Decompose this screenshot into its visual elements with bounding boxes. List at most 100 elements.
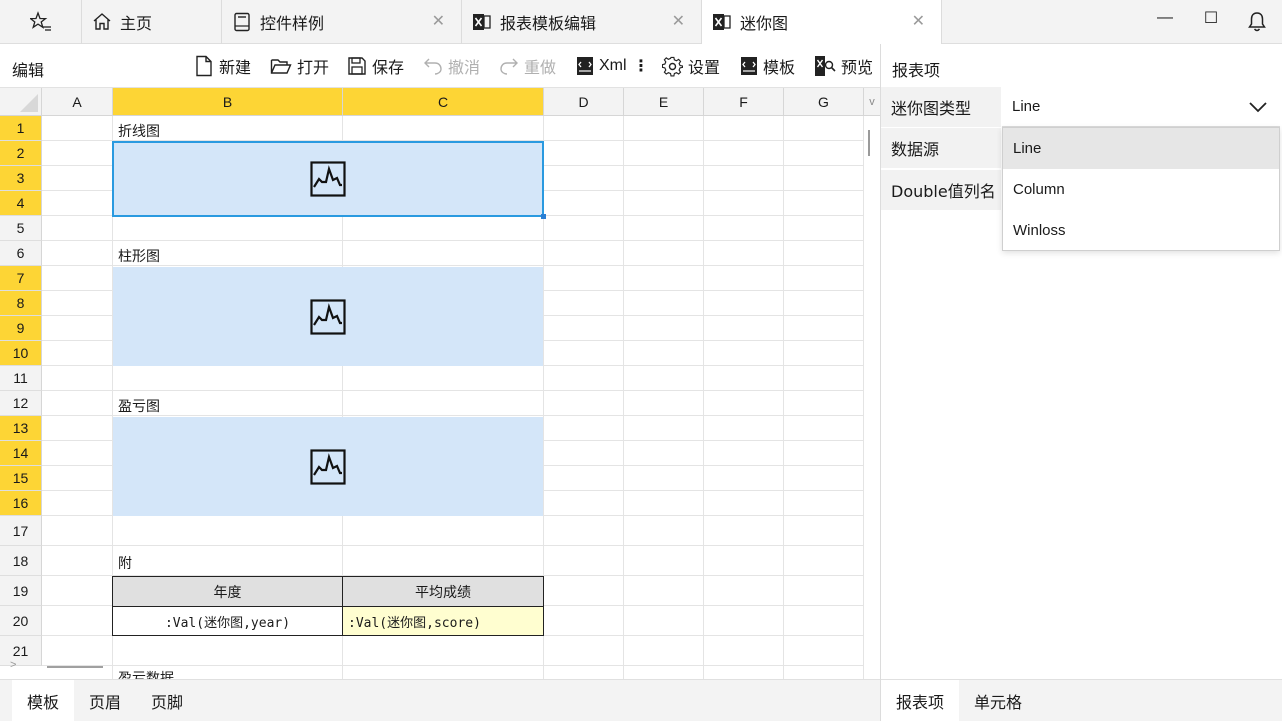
row-header-3[interactable]: 3 — [0, 166, 42, 191]
table-header-year[interactable]: 年度 — [112, 576, 343, 607]
excel-icon — [472, 12, 492, 32]
redo-label: 重做 — [524, 60, 557, 77]
column-header-f[interactable]: F — [704, 88, 784, 116]
field-sparkline-type-label: 迷你图类型 — [881, 87, 1001, 127]
scroll-left-arrow[interactable]: > — [10, 659, 16, 671]
column-header-g[interactable]: G — [784, 88, 864, 116]
bell-icon[interactable] — [1234, 4, 1280, 40]
minimize-button[interactable]: — — [1142, 0, 1188, 36]
select-all-corner[interactable] — [0, 88, 42, 116]
gear-icon — [662, 56, 683, 77]
tab-label: 迷你图 — [740, 16, 789, 33]
row-header-18[interactable]: 18 — [0, 546, 42, 576]
gridline — [42, 415, 864, 416]
row-header-10[interactable]: 10 — [0, 341, 42, 366]
open-button[interactable]: 打开 — [270, 54, 329, 78]
close-icon[interactable]: ✕ — [432, 13, 445, 31]
column-header-c[interactable]: C — [343, 88, 544, 116]
gridline — [42, 665, 864, 666]
new-file-icon — [196, 55, 212, 77]
gridline — [42, 390, 864, 391]
option-column[interactable]: Column — [1003, 169, 1279, 210]
column-overflow-indicator[interactable]: v — [864, 88, 880, 116]
close-icon[interactable]: ✕ — [672, 13, 685, 31]
template-icon — [741, 57, 757, 75]
tab-report-template-edit[interactable]: 报表模板编辑 ✕ — [462, 0, 702, 44]
row-header-15[interactable]: 15 — [0, 466, 42, 491]
preview-button[interactable]: 预览 — [814, 54, 873, 78]
redo-button[interactable]: 重做 — [499, 54, 556, 78]
sparkline-cell-line[interactable] — [112, 141, 544, 217]
column-header-a[interactable]: A — [42, 88, 113, 116]
row-header-9[interactable]: 9 — [0, 316, 42, 341]
horizontal-scrollbar[interactable] — [47, 666, 103, 668]
tab-label: 控件样例 — [260, 16, 325, 33]
tab-label: 报表模板编辑 — [500, 16, 597, 33]
row-header-6[interactable]: 6 — [0, 241, 42, 266]
sparkline-cell-column[interactable] — [113, 267, 543, 366]
book-icon — [232, 12, 252, 32]
settings-label: 设置 — [688, 60, 721, 77]
row-header-19[interactable]: 19 — [0, 576, 42, 606]
row-header-4[interactable]: 4 — [0, 191, 42, 216]
option-line[interactable]: Line — [1003, 128, 1279, 169]
star-list-icon[interactable] — [0, 0, 82, 44]
row-header-12[interactable]: 12 — [0, 391, 42, 416]
row-header-1[interactable]: 1 — [0, 116, 42, 141]
close-icon[interactable]: ✕ — [912, 13, 925, 31]
spreadsheet-grid[interactable]: A B C D E F G v 1 2 3 4 5 6 7 8 9 10 11 12 13 14 15 16 1… — [0, 88, 880, 679]
new-button[interactable]: 新建 — [194, 54, 251, 78]
tab-template[interactable]: 模板 — [12, 680, 74, 721]
tab-cell[interactable]: 单元格 — [959, 680, 1037, 721]
option-winloss[interactable]: Winloss — [1003, 210, 1279, 251]
sparkline-cell-winloss[interactable] — [113, 417, 543, 516]
row-header-5[interactable]: 5 — [0, 216, 42, 241]
redo-icon — [500, 58, 518, 75]
field-double-column-label: Double值列名 — [881, 170, 1001, 210]
gridline — [42, 240, 864, 241]
save-label: 保存 — [372, 60, 405, 77]
xml-button[interactable]: Xml — [576, 54, 627, 78]
panel-tabs-bar: 报表项 单元格 — [881, 679, 1282, 721]
column-header-e[interactable]: E — [624, 88, 704, 116]
gridline — [783, 116, 784, 679]
row-header-8[interactable]: 8 — [0, 291, 42, 316]
column-header-b[interactable]: B — [113, 88, 343, 116]
toolbar-title: 编辑 — [12, 63, 45, 80]
column-header-d[interactable]: D — [544, 88, 624, 116]
template-label: 模板 — [763, 60, 796, 77]
table-cell-score-formula[interactable]: :Val(迷你图,score) — [342, 606, 544, 636]
table-cell-year-formula[interactable]: :Val(迷你图,year) — [112, 606, 343, 636]
undo-button[interactable]: 撤消 — [423, 54, 480, 78]
tab-report-item[interactable]: 报表项 — [881, 680, 959, 721]
gridline — [863, 116, 864, 679]
maximize-button[interactable]: ☐ — [1188, 0, 1234, 36]
cell-column-label: 柱形图 — [118, 249, 160, 265]
editor-toolbar: 编辑 新建 打开 保存 撤消 重做 Xml ⋮ 设置 模板 预览 — [0, 44, 880, 88]
row-header-20[interactable]: 20 — [0, 606, 42, 636]
fill-handle[interactable] — [541, 214, 546, 219]
row-header-17[interactable]: 17 — [0, 516, 42, 546]
row-header-21[interactable]: 21 — [0, 636, 42, 666]
vertical-scrollbar[interactable] — [868, 130, 870, 156]
table-header-avg-score[interactable]: 平均成绩 — [342, 576, 544, 607]
tab-home[interactable]: 主页 — [82, 0, 222, 44]
xml-label: Xml — [599, 57, 627, 74]
more-menu-icon[interactable]: ⋮ — [633, 54, 649, 78]
settings-button[interactable]: 设置 — [662, 54, 720, 78]
save-button[interactable]: 保存 — [347, 54, 404, 78]
tab-footer[interactable]: 页脚 — [136, 680, 198, 721]
tab-sparkline[interactable]: 迷你图 ✕ — [702, 0, 942, 44]
row-header-2[interactable]: 2 — [0, 141, 42, 166]
row-header-7[interactable]: 7 — [0, 266, 42, 291]
sparkline-chart-icon — [310, 448, 346, 485]
tab-control-samples[interactable]: 控件样例 ✕ — [222, 0, 462, 44]
template-button[interactable]: 模板 — [740, 54, 795, 78]
tab-header[interactable]: 页眉 — [74, 680, 136, 721]
gridline — [623, 116, 624, 679]
row-header-16[interactable]: 16 — [0, 491, 42, 516]
row-header-11[interactable]: 11 — [0, 366, 42, 391]
row-header-14[interactable]: 14 — [0, 441, 42, 466]
row-header-13[interactable]: 13 — [0, 416, 42, 441]
sparkline-type-select[interactable]: Line — [1002, 87, 1280, 127]
